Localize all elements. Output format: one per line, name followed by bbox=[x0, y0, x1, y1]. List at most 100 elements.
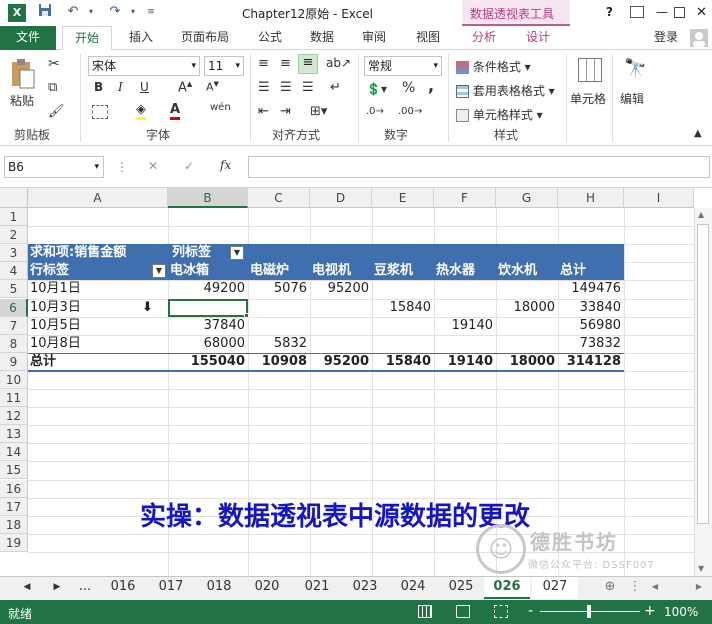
save-icon[interactable] bbox=[36, 3, 54, 21]
pivot-header-1[interactable]: 电冰箱 bbox=[170, 262, 250, 280]
pivot-total-cell[interactable]: 314128 bbox=[558, 353, 624, 371]
scroll-down-icon[interactable]: ▼ bbox=[698, 564, 704, 573]
increase-decimal-icon[interactable]: .0→ bbox=[366, 106, 384, 117]
pivot-header-5[interactable]: 热水器 bbox=[436, 262, 498, 280]
horizontal-scroll-right-icon[interactable]: ▶ bbox=[692, 577, 706, 599]
format-as-table-button[interactable]: 套用表格格式 ▾ bbox=[456, 82, 555, 99]
pivot-cell[interactable] bbox=[310, 299, 372, 317]
add-sheet-icon[interactable]: ⊕ bbox=[600, 577, 620, 599]
sheet-tab-025[interactable]: 025 bbox=[438, 577, 484, 599]
column-header-D[interactable]: D bbox=[310, 188, 372, 208]
percent-button[interactable]: % bbox=[402, 80, 415, 96]
bold-button[interactable]: B bbox=[94, 80, 103, 94]
pivot-column-label[interactable]: 列标签 bbox=[172, 244, 232, 262]
decrease-indent-icon[interactable]: ⇤ bbox=[258, 104, 269, 119]
pivot-cell[interactable] bbox=[372, 317, 434, 335]
row-header-17[interactable]: 17 bbox=[0, 497, 28, 516]
column-header-H[interactable]: H bbox=[558, 188, 624, 208]
pivot-cell[interactable] bbox=[434, 335, 496, 353]
pivot-header-6[interactable]: 饮水机 bbox=[498, 262, 560, 280]
binoculars-icon[interactable]: 🔭 bbox=[624, 58, 646, 79]
more-sheets-icon[interactable]: ⋮ bbox=[628, 577, 642, 599]
row-header-7[interactable]: 7 bbox=[0, 316, 28, 335]
pivot-cell[interactable]: 33840 bbox=[558, 299, 624, 317]
column-header-A[interactable]: A bbox=[28, 188, 168, 208]
pivot-header-7[interactable]: 总计 bbox=[560, 262, 626, 280]
row-header-18[interactable]: 18 bbox=[0, 515, 28, 534]
page-layout-view-icon[interactable] bbox=[456, 605, 470, 618]
pivot-cell[interactable] bbox=[496, 335, 558, 353]
pivot-sum-label[interactable]: 求和项:销售金额 bbox=[30, 244, 170, 262]
redo-dropdown-icon[interactable]: ▾ bbox=[124, 3, 142, 21]
tab-formulas[interactable]: 公式 bbox=[250, 26, 290, 50]
pivot-cell[interactable]: 95200 bbox=[310, 280, 372, 298]
pivot-cell[interactable]: 49200 bbox=[168, 280, 248, 298]
paste-icon[interactable] bbox=[10, 58, 36, 90]
pivot-header-2[interactable]: 电磁炉 bbox=[250, 262, 312, 280]
copy-icon[interactable]: ⧉ bbox=[48, 80, 57, 95]
italic-button[interactable]: I bbox=[118, 80, 123, 94]
pivot-row-label-2[interactable]: 10月3日 bbox=[30, 299, 160, 317]
comma-button[interactable]: , bbox=[428, 76, 434, 95]
column-header-G[interactable]: G bbox=[496, 188, 558, 208]
align-top-icon[interactable]: ≡ bbox=[258, 56, 269, 71]
pivot-cell[interactable] bbox=[310, 317, 372, 335]
row-header-9[interactable]: 9 bbox=[0, 352, 28, 371]
pivot-cell[interactable]: 15840 bbox=[372, 299, 434, 317]
font-color-icon[interactable]: A bbox=[170, 102, 181, 120]
row-header-12[interactable]: 12 bbox=[0, 407, 28, 426]
scroll-tabs-right-icon[interactable]: ▶ bbox=[50, 577, 64, 599]
font-size-select[interactable]: 11 ▾ bbox=[204, 56, 244, 76]
excel-logo-icon[interactable]: X bbox=[8, 4, 26, 22]
pivot-row-label-1[interactable]: 10月1日 bbox=[30, 280, 160, 298]
row-header-3[interactable]: 3 bbox=[0, 244, 28, 263]
fill-handle[interactable] bbox=[244, 312, 249, 318]
row-header-6[interactable]: 6 bbox=[0, 298, 28, 317]
pivot-total-label[interactable]: 总计 bbox=[30, 353, 150, 371]
user-avatar[interactable] bbox=[690, 29, 708, 47]
pivot-row-label[interactable]: 行标签 bbox=[30, 262, 150, 280]
sheet-tab-018[interactable]: 018 bbox=[196, 577, 242, 599]
row-header-16[interactable]: 16 bbox=[0, 479, 28, 498]
pivot-cell[interactable]: 56980 bbox=[558, 317, 624, 335]
tab-design[interactable]: 设计 bbox=[518, 26, 558, 50]
pivot-total-cell[interactable]: 95200 bbox=[310, 353, 372, 371]
editing-button[interactable]: 编辑 bbox=[620, 90, 644, 107]
minimize-icon[interactable]: — bbox=[656, 5, 668, 19]
paste-button[interactable]: 粘贴 bbox=[10, 92, 34, 109]
row-header-5[interactable]: 5 bbox=[0, 280, 28, 299]
pivot-cell[interactable]: 5832 bbox=[248, 335, 310, 353]
increase-font-icon[interactable]: A▲ bbox=[178, 80, 192, 95]
row-header-10[interactable]: 10 bbox=[0, 370, 28, 389]
pivot-cell[interactable] bbox=[372, 280, 434, 298]
pivot-row-label-3[interactable]: 10月5日 bbox=[30, 317, 160, 335]
fill-color-icon[interactable]: ◈ bbox=[136, 102, 146, 120]
format-painter-icon[interactable]: 🖌 bbox=[48, 104, 65, 119]
tab-review[interactable]: 审阅 bbox=[354, 26, 394, 50]
collapse-ribbon-icon[interactable]: ▲ bbox=[694, 128, 702, 139]
cells-button[interactable]: 单元格 bbox=[570, 90, 606, 107]
zoom-out-button[interactable]: - bbox=[528, 603, 533, 619]
pivot-total-cell[interactable]: 19140 bbox=[434, 353, 496, 371]
cells-icon[interactable] bbox=[578, 58, 602, 82]
tab-file[interactable]: 文件 bbox=[0, 26, 56, 50]
pivot-cell[interactable]: 19140 bbox=[434, 317, 496, 335]
insert-function-button[interactable]: fx bbox=[220, 158, 231, 172]
merge-center-icon[interactable]: ⊞▾ bbox=[310, 104, 327, 119]
row-header-13[interactable]: 13 bbox=[0, 425, 28, 444]
pivot-cell[interactable]: 73832 bbox=[558, 335, 624, 353]
undo-icon[interactable]: ↶ bbox=[64, 3, 82, 21]
undo-dropdown-icon[interactable]: ▾ bbox=[82, 3, 100, 21]
name-box[interactable]: B6 ▾ bbox=[4, 156, 104, 178]
sheet-tab-024[interactable]: 024 bbox=[390, 577, 436, 599]
pivot-cell[interactable]: 149476 bbox=[558, 280, 624, 298]
scrollbar-thumb[interactable] bbox=[697, 224, 709, 524]
tab-data[interactable]: 数据 bbox=[302, 26, 342, 50]
zoom-slider-thumb[interactable] bbox=[587, 605, 591, 618]
sheet-tab-021[interactable]: 021 bbox=[294, 577, 340, 599]
pivot-cell[interactable] bbox=[434, 299, 496, 317]
underline-button[interactable]: U bbox=[140, 80, 149, 94]
select-all-corner[interactable] bbox=[0, 188, 28, 208]
cell-styles-button[interactable]: 单元格样式 ▾ bbox=[456, 106, 543, 123]
redo-icon[interactable]: ↷ bbox=[106, 3, 124, 21]
